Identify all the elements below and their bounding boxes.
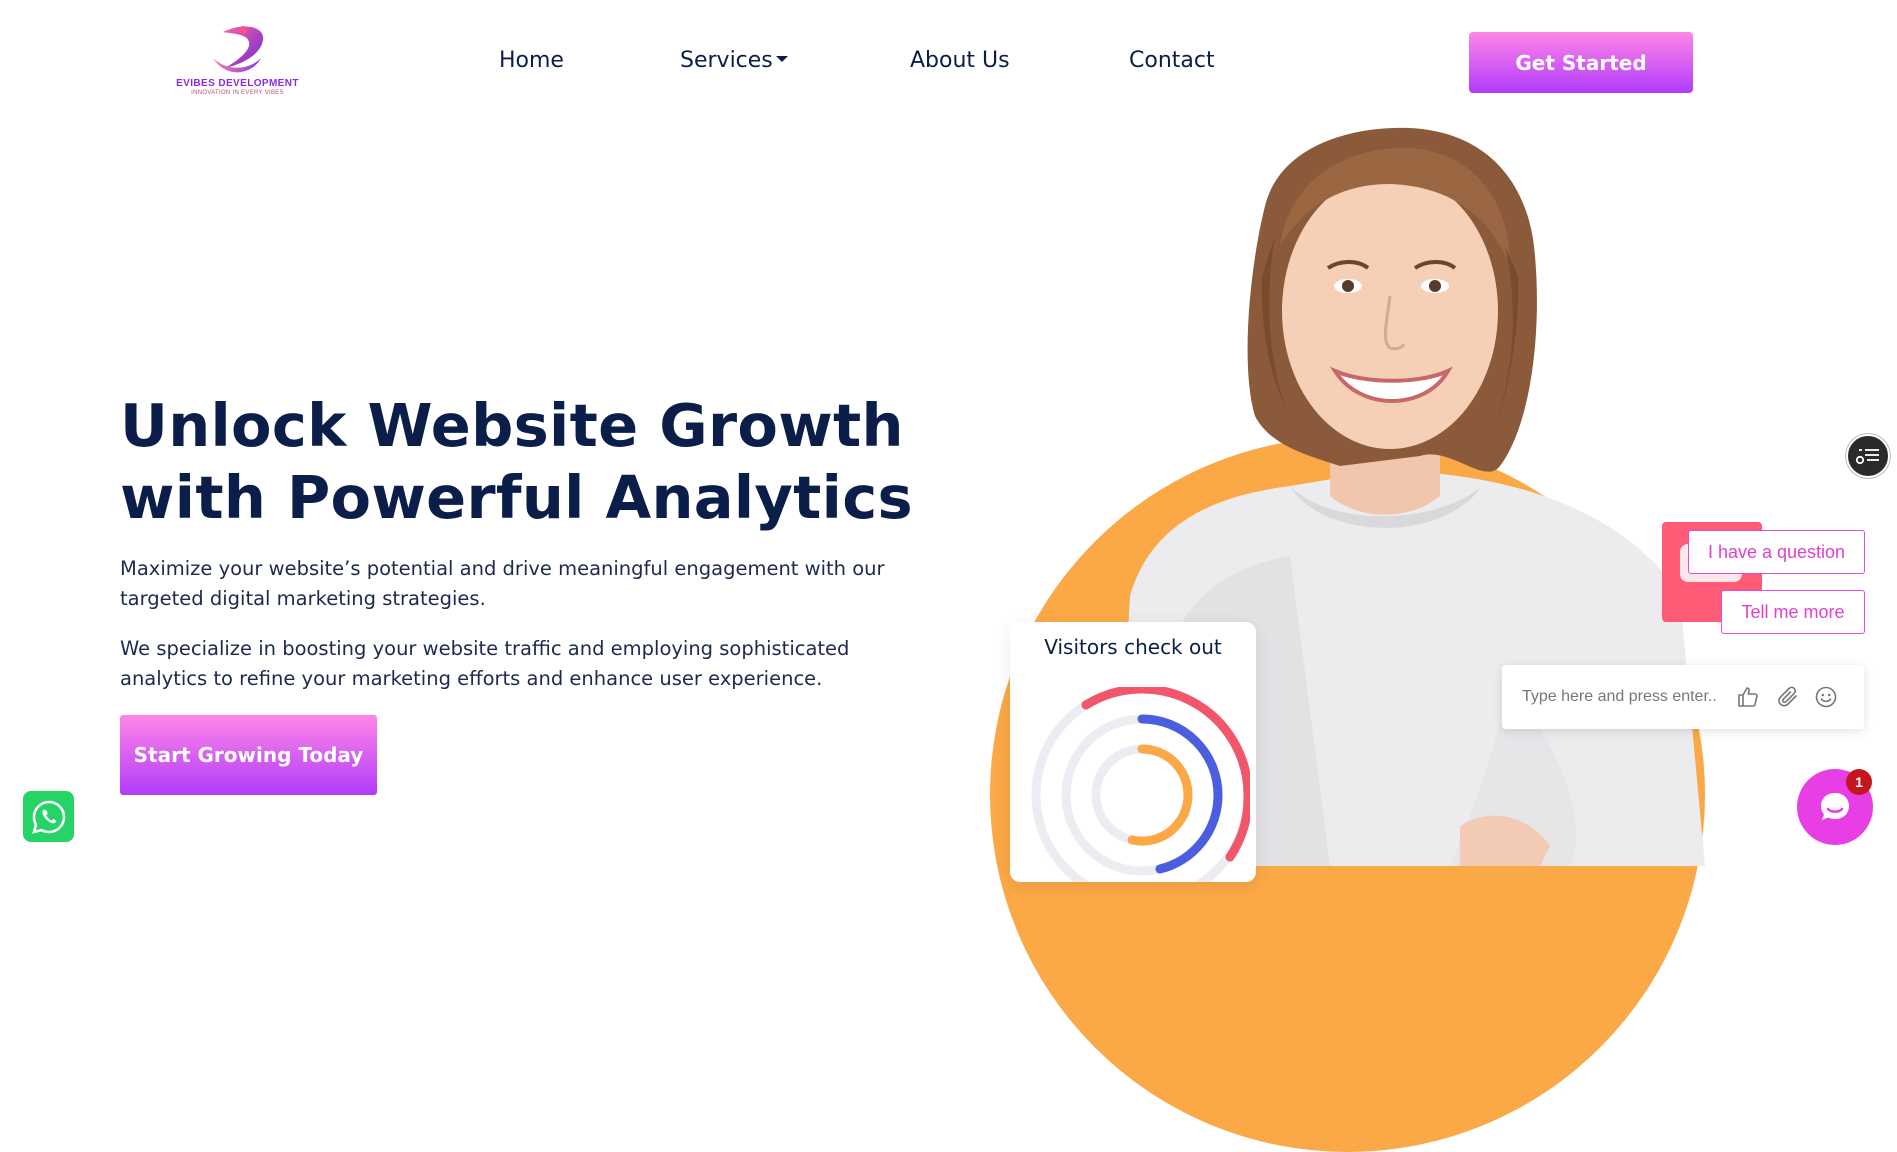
logo-name: EVIBES DEVELOPMENT [176, 78, 299, 89]
toggle-list-icon [1855, 449, 1879, 465]
paperclip-icon[interactable] [1776, 685, 1800, 709]
quick-reply-question[interactable]: I have a question [1688, 530, 1865, 574]
thumbs-up-icon[interactable] [1736, 685, 1760, 709]
nav-contact[interactable]: Contact [1129, 48, 1215, 73]
nav-services[interactable]: Services [680, 48, 788, 73]
hero-title-line2: with Powerful Analytics [120, 463, 913, 532]
chat-bubble-icon [1821, 793, 1849, 820]
nav-services-label: Services [680, 48, 773, 73]
emoji-icon[interactable] [1814, 685, 1838, 709]
visitors-card: Visitors check out [1010, 622, 1256, 882]
quick-reply-tell-more[interactable]: Tell me more [1721, 590, 1865, 634]
logo-tagline: INNOVATION IN EVERY VIBES [191, 90, 284, 96]
whatsapp-icon [31, 800, 65, 834]
site-header: EVIBES DEVELOPMENT INNOVATION IN EVERY V… [0, 0, 1897, 126]
hero-title: Unlock Website Growth with Powerful Anal… [120, 390, 940, 534]
whatsapp-button[interactable] [23, 791, 74, 842]
visitors-ring-chart [1031, 687, 1250, 882]
start-growing-button[interactable]: Start Growing Today [120, 715, 377, 795]
visitors-card-title: Visitors check out [1044, 635, 1222, 659]
caret-down-icon [775, 56, 788, 62]
site-logo[interactable]: EVIBES DEVELOPMENT INNOVATION IN EVERY V… [155, 22, 320, 102]
get-started-button[interactable]: Get Started [1469, 32, 1693, 93]
accessibility-settings-button[interactable] [1846, 434, 1890, 478]
unread-badge: 1 [1846, 769, 1872, 795]
nav-about-us[interactable]: About Us [910, 48, 1010, 73]
nav-home[interactable]: Home [499, 48, 564, 73]
chat-input-box [1502, 665, 1864, 729]
hero-paragraph-2: We specialize in boosting your website t… [120, 637, 850, 690]
chat-message-input[interactable] [1520, 683, 1730, 711]
hero-title-line1: Unlock Website Growth [120, 391, 904, 460]
hero-paragraph-1: Maximize your website’s potential and dr… [120, 557, 885, 610]
logo-swoosh-icon [212, 26, 263, 73]
